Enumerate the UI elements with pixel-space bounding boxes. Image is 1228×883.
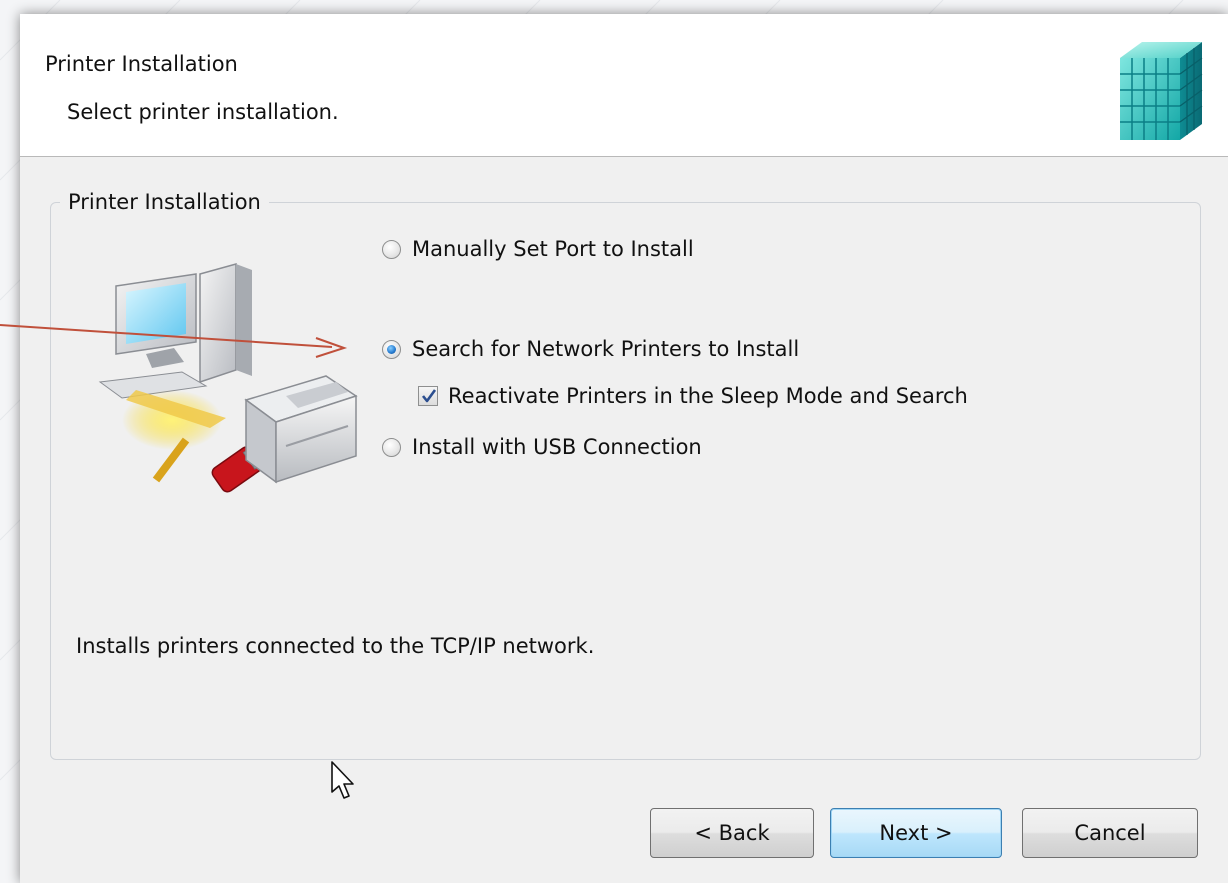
radio-search-network[interactable]: Search for Network Printers to Install: [382, 337, 799, 361]
mouse-pointer-icon: [331, 761, 354, 799]
installer-cube-icon: [1120, 42, 1203, 140]
radio-button-unselected[interactable]: [382, 239, 401, 259]
header-title: Printer Installation: [45, 52, 238, 76]
checkbox-reactivate-label: Reactivate Printers in the Sleep Mode an…: [448, 384, 968, 408]
back-button[interactable]: < Back: [650, 808, 814, 858]
radio-usb-label: Install with USB Connection: [412, 435, 702, 459]
radio-button-unselected[interactable]: [382, 437, 401, 457]
next-button[interactable]: Next >: [830, 808, 1002, 858]
checkbox-checked[interactable]: [418, 386, 438, 406]
checkmark-icon: [421, 389, 437, 403]
cancel-button[interactable]: Cancel: [1022, 808, 1198, 858]
checkbox-reactivate-sleep[interactable]: Reactivate Printers in the Sleep Mode an…: [418, 384, 968, 408]
option-description: Installs printers connected to the TCP/I…: [76, 634, 595, 658]
radio-search-network-label: Search for Network Printers to Install: [412, 337, 800, 361]
radio-usb-connection[interactable]: Install with USB Connection: [382, 435, 702, 459]
header-subtitle: Select printer installation.: [67, 100, 339, 124]
group-legend: Printer Installation: [60, 190, 269, 214]
dialog-header: Printer Installation Select printer inst…: [20, 14, 1228, 157]
computer-printer-illustration: [98, 263, 358, 493]
radio-manual-port[interactable]: Manually Set Port to Install: [382, 237, 694, 261]
installer-dialog: Printer Installation Select printer inst…: [20, 14, 1228, 883]
radio-button-selected[interactable]: [382, 339, 401, 359]
radio-manual-port-label: Manually Set Port to Install: [412, 237, 694, 261]
